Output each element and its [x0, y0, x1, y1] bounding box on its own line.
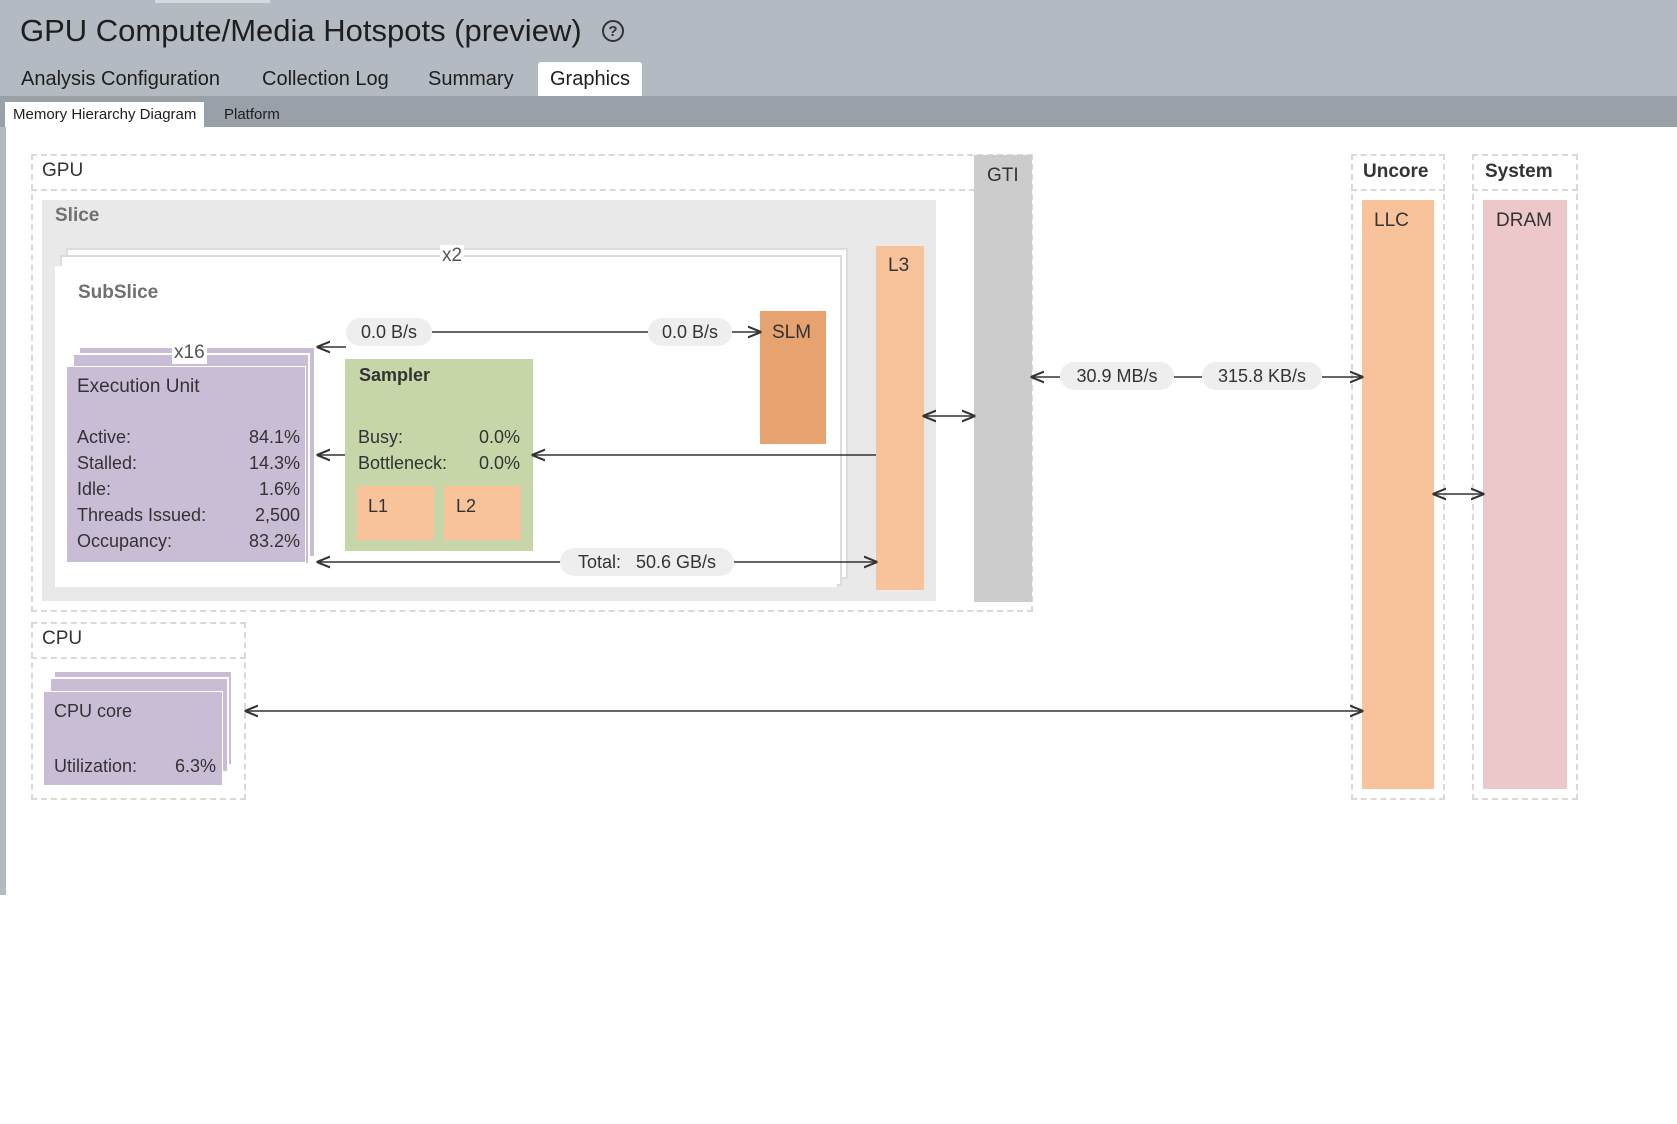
total-value: 50.6 GB/s [636, 552, 717, 572]
connection-arrows [0, 0, 1677, 1124]
total-label: Total: [577, 552, 621, 572]
gti-write-bandwidth: 315.8 KB/s [1202, 362, 1322, 390]
memory-hierarchy-diagram: GPU GTI Slice x2 SubSlice L3 x16 Executi… [0, 0, 1677, 1124]
slm-read-bandwidth: 0.0 B/s [346, 318, 432, 346]
total-bandwidth: Total: 50.6 GB/s [560, 548, 734, 576]
gti-read-bandwidth: 30.9 MB/s [1060, 362, 1174, 390]
slm-write-bandwidth: 0.0 B/s [648, 318, 732, 346]
